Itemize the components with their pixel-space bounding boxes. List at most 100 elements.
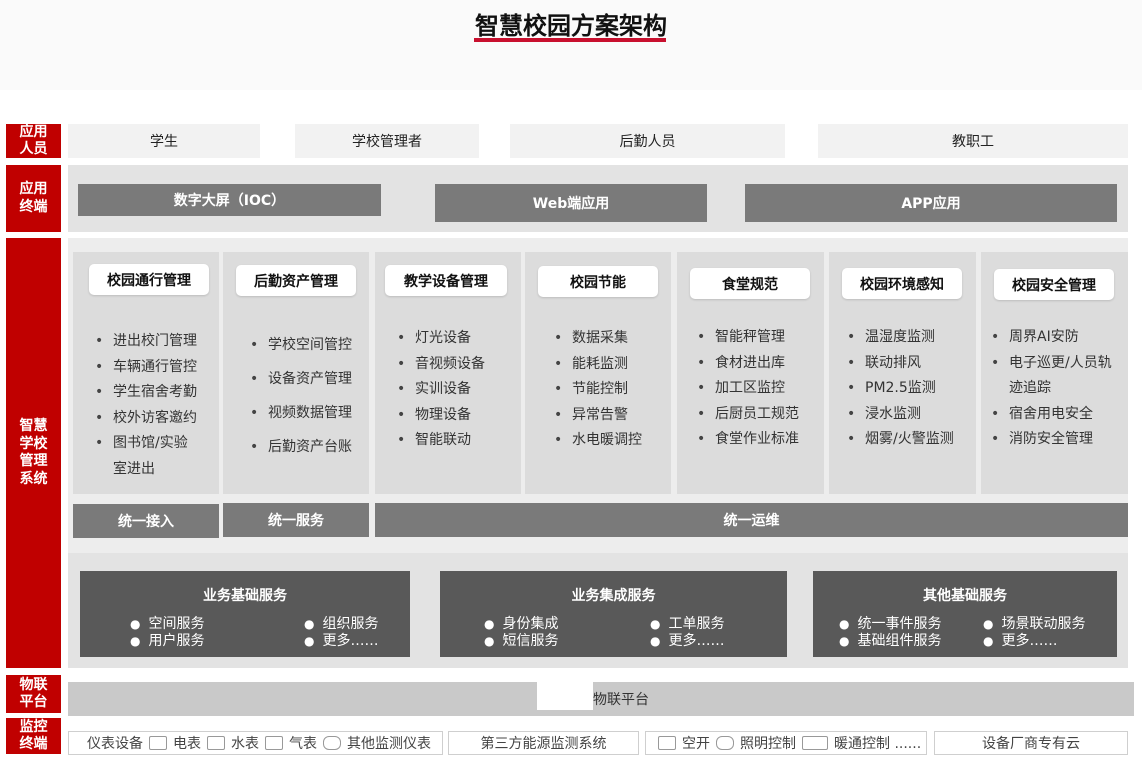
list-item: 加工区监控: [695, 376, 824, 402]
service-title: 其他基础服务: [923, 588, 1007, 604]
iot-logo-mask: [537, 680, 593, 710]
list-item: 设备资产管理: [248, 362, 369, 396]
meter-label: 电表: [173, 736, 201, 752]
list-item: 物理设备: [395, 403, 521, 429]
list-item: 校外访客邀约: [93, 406, 219, 432]
module-title: 校园环境感知: [842, 268, 962, 299]
monitor-third-party: 第三方能源监测系统: [448, 731, 639, 755]
monitor-vendor-cloud: 设备厂商专有云: [934, 731, 1128, 755]
module-list: 温湿度监测 联动排风 PM2.5监测 浸水监测 烟雾/火警监测: [845, 325, 976, 453]
gas-meter-icon: [265, 736, 283, 750]
page-title: 智慧校园方案架构: [475, 12, 667, 40]
list-item: 智能联动: [395, 428, 521, 454]
module-list: 周界AI安防 电子巡更/人员轨 迹追踪 宿舍用电安全 消防安全管理: [989, 325, 1128, 453]
unified-access: 统一接入: [73, 504, 219, 538]
list-item: 烟雾/火警监测: [845, 427, 976, 453]
service-title: 业务基础服务: [203, 588, 287, 604]
hvac-icon: [802, 736, 828, 750]
iot-platform-label: 物联平台: [593, 692, 649, 708]
meter-label: 仪表设备: [87, 736, 143, 752]
list-item: 后勤资产台账: [248, 430, 369, 464]
module-logistics-assets: 后勤资产管理 学校空间管控 设备资产管理 视频数据管理 后勤资产台账: [223, 252, 369, 494]
service-title: 业务集成服务: [571, 588, 656, 604]
list-item: 宿舍用电安全: [989, 402, 1128, 428]
layer-label-iot: 物联 平台: [6, 675, 61, 713]
module-title: 教学设备管理: [385, 265, 507, 296]
user-staff: 教职工: [818, 124, 1128, 158]
module-list: 学校空间管控 设备资产管理 视频数据管理 后勤资产台账: [248, 328, 369, 464]
module-title: 校园通行管理: [89, 264, 209, 295]
list-item: 消防安全管理: [989, 427, 1128, 453]
lighting-icon: [716, 736, 734, 750]
user-school-admin: 学校管理者: [295, 124, 479, 158]
layer-label-monitor: 监控 终端: [6, 718, 61, 754]
service-item: 用户服务: [130, 630, 204, 650]
list-item: 视频数据管理: [248, 396, 369, 430]
unified-ops: 统一运维: [375, 503, 1128, 537]
meter-label: 水表: [231, 736, 259, 752]
service-business-integration: 业务集成服务 身份集成 工单服务 短信服务 更多……: [440, 571, 787, 657]
list-item: 学校空间管控: [248, 328, 369, 362]
module-security: 校园安全管理 周界AI安防 电子巡更/人员轨 迹追踪 宿舍用电安全 消防安全管理: [981, 252, 1128, 494]
module-title: 校园安全管理: [994, 269, 1114, 300]
list-item: 智能秤管理: [695, 325, 824, 351]
other-meter-icon: [323, 736, 341, 750]
meter-label: 气表: [289, 736, 317, 752]
module-energy-saving: 校园节能 数据采集 能耗监测 节能控制 异常告警 水电暖调控: [525, 252, 671, 494]
list-item: 图书馆/实验 室进出: [93, 431, 219, 482]
water-meter-icon: [207, 736, 225, 750]
service-other-basic: 其他基础服务 统一事件服务 场景联动服务 基础组件服务 更多……: [813, 571, 1117, 657]
list-item: 音视频设备: [395, 352, 521, 378]
list-item: 进出校门管理: [93, 329, 219, 355]
service-item: 更多……: [983, 630, 1057, 650]
list-item: 浸水监测: [845, 402, 976, 428]
module-campus-access: 校园通行管理 进出校门管理 车辆通行管控 学生宿舍考勤 校外访客邀约 图书馆/实…: [73, 252, 219, 494]
monitor-controls: 空开 照明控制 暖通控制 ......: [645, 731, 927, 755]
terminal-app: APP应用: [745, 184, 1117, 222]
title-underline: [474, 38, 666, 42]
user-student: 学生: [68, 124, 260, 158]
layer-label-terminals: 应用 终端: [6, 165, 61, 232]
list-item: 实训设备: [395, 377, 521, 403]
list-item: 联动排风: [845, 351, 976, 377]
list-item: 温湿度监测: [845, 325, 976, 351]
list-item: PM2.5监测: [845, 376, 976, 402]
list-item: 数据采集: [552, 326, 671, 352]
list-item: 能耗监测: [552, 352, 671, 378]
module-title: 食堂规范: [690, 268, 810, 299]
list-item: 节能控制: [552, 377, 671, 403]
module-list: 灯光设备 音视频设备 实训设备 物理设备 智能联动: [395, 326, 521, 454]
unified-service: 统一服务: [223, 503, 369, 537]
module-teaching-equipment: 教学设备管理 灯光设备 音视频设备 实训设备 物理设备 智能联动: [375, 252, 521, 494]
user-logistics: 后勤人员: [510, 124, 785, 158]
service-item: 更多……: [650, 630, 724, 650]
list-item: 水电暖调控: [552, 428, 671, 454]
list-item: 后厨员工规范: [695, 402, 824, 428]
module-canteen: 食堂规范 智能秤管理 食材进出库 加工区监控 后厨员工规范 食堂作业标准: [677, 252, 824, 494]
list-item: 异常告警: [552, 403, 671, 429]
list-item: 食堂作业标准: [695, 427, 824, 453]
control-label: 暖通控制 ......: [834, 736, 922, 752]
control-label: 空开: [682, 736, 710, 752]
service-item: 更多……: [304, 630, 378, 650]
list-item: 食材进出库: [695, 351, 824, 377]
monitor-meters: 仪表设备 电表 水表 气表 其他监测仪表: [68, 731, 443, 755]
module-environment: 校园环境感知 温湿度监测 联动排风 PM2.5监测 浸水监测 烟雾/火警监测: [829, 252, 976, 494]
switch-icon: [658, 736, 676, 750]
module-list: 智能秤管理 食材进出库 加工区监控 后厨员工规范 食堂作业标准: [695, 325, 824, 453]
module-list: 进出校门管理 车辆通行管控 学生宿舍考勤 校外访客邀约 图书馆/实验 室进出: [93, 329, 219, 482]
module-list: 数据采集 能耗监测 节能控制 异常告警 水电暖调控: [552, 326, 671, 454]
electric-meter-icon: [149, 736, 167, 750]
list-item: 电子巡更/人员轨 迹追踪: [989, 351, 1128, 402]
service-item: 短信服务: [484, 630, 558, 650]
module-title: 校园节能: [538, 266, 658, 297]
list-item: 周界AI安防: [989, 325, 1128, 351]
service-business-basic: 业务基础服务 空间服务 组织服务 用户服务 更多……: [80, 571, 410, 657]
meter-label: 其他监测仪表: [347, 736, 431, 752]
list-item: 学生宿舍考勤: [93, 380, 219, 406]
list-item: 车辆通行管控: [93, 355, 219, 381]
module-title: 后勤资产管理: [236, 265, 356, 296]
layer-label-system: 智慧 学校 管理 系统: [6, 238, 61, 668]
terminal-ioc: 数字大屏（IOC）: [78, 184, 381, 216]
list-item: 灯光设备: [395, 326, 521, 352]
